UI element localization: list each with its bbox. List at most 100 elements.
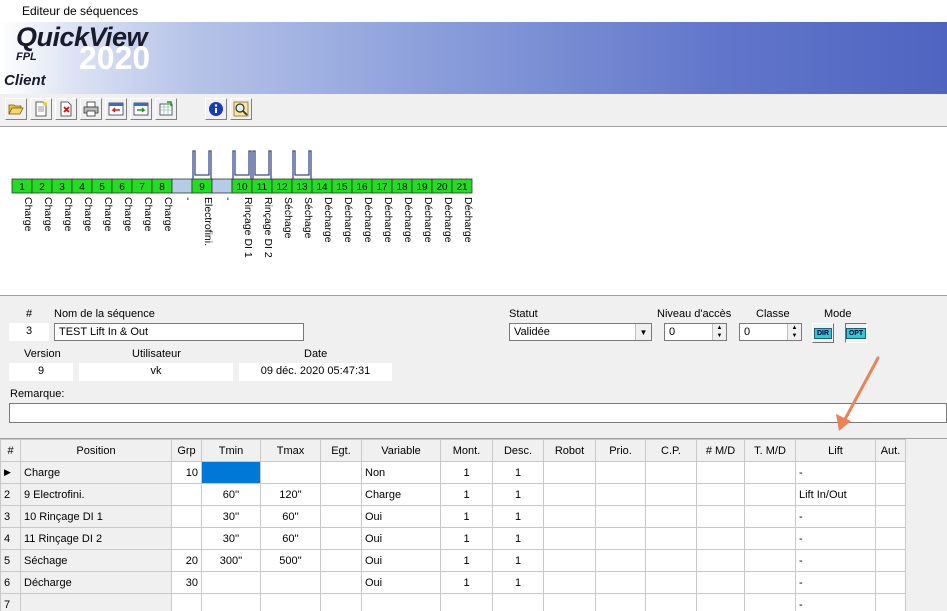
column-header-13[interactable]: T. M/D — [744, 439, 796, 462]
cell-tmd[interactable] — [744, 527, 796, 550]
cell-nmd[interactable] — [696, 483, 745, 506]
cell-aut[interactable] — [875, 593, 906, 611]
table-row[interactable]: 6 Décharge 30 Oui 1 1- — [0, 571, 906, 594]
print-button[interactable] — [80, 98, 102, 120]
delete-document-button[interactable] — [55, 98, 77, 120]
cell-mont[interactable]: 1 — [440, 549, 493, 572]
spinner-arrows-icon[interactable]: ▲ ▼ — [712, 324, 726, 340]
cell-grp[interactable] — [171, 483, 202, 506]
station-empty-box[interactable] — [211, 178, 233, 194]
cell-tmax[interactable] — [260, 461, 321, 484]
cell-mont[interactable]: 1 — [440, 461, 493, 484]
search-button[interactable] — [230, 98, 252, 120]
cell-tmax[interactable] — [260, 593, 321, 611]
cell-egt[interactable] — [320, 527, 362, 550]
column-header-2[interactable]: Grp — [171, 439, 202, 462]
cell-prio[interactable] — [595, 571, 646, 594]
cell-tmax[interactable]: 60'' — [260, 527, 321, 550]
column-header-9[interactable]: Robot — [543, 439, 596, 462]
cell-tmin[interactable]: 60'' — [201, 483, 261, 506]
cell-egt[interactable] — [320, 483, 362, 506]
cell-mont[interactable]: 1 — [440, 527, 493, 550]
cell-prio[interactable] — [595, 461, 646, 484]
cell-tmd[interactable] — [744, 483, 796, 506]
cell-variable[interactable]: Oui — [361, 549, 441, 572]
column-header-6[interactable]: Variable — [361, 439, 441, 462]
cell-nmd[interactable] — [696, 461, 745, 484]
cell-prio[interactable] — [595, 527, 646, 550]
station-empty-box[interactable] — [171, 178, 193, 194]
mode-opt-button[interactable]: OPT — [845, 323, 867, 343]
table-row[interactable]: 3 10 Rinçage DI 1 30'' 60'' Oui 1 1- — [0, 505, 906, 528]
cell-grp[interactable] — [171, 527, 202, 550]
cell-cp[interactable] — [645, 461, 697, 484]
cell-mont[interactable] — [440, 593, 493, 611]
cell-grp[interactable]: 20 — [171, 549, 202, 572]
sequence-name-input[interactable]: TEST Lift In & Out — [54, 323, 304, 341]
cell-aut[interactable] — [875, 505, 906, 528]
cell-mont[interactable]: 1 — [440, 571, 493, 594]
cell-robot[interactable] — [543, 505, 596, 528]
cell-mont[interactable]: 1 — [440, 483, 493, 506]
cell-aut[interactable] — [875, 461, 906, 484]
cell-egt[interactable] — [320, 505, 362, 528]
cell-lift[interactable]: Lift In/Out — [795, 483, 876, 506]
export-button[interactable] — [130, 98, 152, 120]
cell-aut[interactable] — [875, 571, 906, 594]
cell-tmax[interactable] — [260, 571, 321, 594]
column-header-10[interactable]: Prio. — [595, 439, 646, 462]
cell-cp[interactable] — [645, 593, 697, 611]
column-header-12[interactable]: # M/D — [696, 439, 745, 462]
column-header-4[interactable]: Tmax — [260, 439, 321, 462]
cell-tmax[interactable]: 120'' — [260, 483, 321, 506]
cell-tmd[interactable] — [744, 505, 796, 528]
cell-tmd[interactable] — [744, 461, 796, 484]
cell-lift[interactable]: - — [795, 549, 876, 572]
cell-lift[interactable]: - — [795, 571, 876, 594]
cell-variable[interactable]: Oui — [361, 505, 441, 528]
table-row[interactable]: 7- — [0, 593, 906, 611]
spinner-arrows-icon[interactable]: ▲ ▼ — [787, 324, 801, 340]
cell-desc[interactable]: 1 — [492, 461, 544, 484]
cell-tmin[interactable]: 30'' — [201, 527, 261, 550]
table-row[interactable]: ▶ Charge 10 Non 1 1- — [0, 461, 906, 484]
cell-tmax[interactable]: 60'' — [260, 505, 321, 528]
table-row[interactable]: 4 11 Rinçage DI 2 30'' 60'' Oui 1 1- — [0, 527, 906, 550]
remarque-input[interactable] — [9, 403, 947, 423]
cell-desc[interactable]: 1 — [492, 527, 544, 550]
cell-lift[interactable]: - — [795, 527, 876, 550]
column-header-8[interactable]: Desc. — [492, 439, 544, 462]
cell-robot[interactable] — [543, 549, 596, 572]
cell-grp[interactable]: 10 — [171, 461, 202, 484]
cell-cp[interactable] — [645, 549, 697, 572]
cell-desc[interactable]: 1 — [492, 549, 544, 572]
cell-cp[interactable] — [645, 505, 697, 528]
cell-robot[interactable] — [543, 461, 596, 484]
table-row[interactable]: 5 Séchage 20 300'' 500'' Oui 1 1- — [0, 549, 906, 572]
cell-grp[interactable] — [171, 505, 202, 528]
chevron-down-icon[interactable]: ▼ — [635, 324, 651, 340]
cell-desc[interactable]: 1 — [492, 571, 544, 594]
cell-desc[interactable]: 1 — [492, 505, 544, 528]
cell-variable[interactable]: Oui — [361, 527, 441, 550]
column-header-5[interactable]: Egt. — [320, 439, 362, 462]
cell-cp[interactable] — [645, 527, 697, 550]
cell-tmin[interactable] — [201, 593, 261, 611]
cell-aut[interactable] — [875, 549, 906, 572]
cell-mont[interactable]: 1 — [440, 505, 493, 528]
cell-nmd[interactable] — [696, 505, 745, 528]
cell-grp[interactable]: 30 — [171, 571, 202, 594]
cell-tmin[interactable]: 300'' — [201, 549, 261, 572]
cell-variable[interactable]: Oui — [361, 571, 441, 594]
cell-nmd[interactable] — [696, 549, 745, 572]
mode-dir-button[interactable]: DIR — [812, 323, 834, 343]
column-header-11[interactable]: C.P. — [645, 439, 697, 462]
statut-select[interactable]: Validée ▼ — [509, 323, 652, 341]
classe-spinner[interactable]: 0 ▲ ▼ — [739, 323, 802, 341]
open-folder-button[interactable] — [5, 98, 27, 120]
cell-egt[interactable] — [320, 549, 362, 572]
cell-nmd[interactable] — [696, 571, 745, 594]
info-button[interactable] — [205, 98, 227, 120]
import-button[interactable] — [105, 98, 127, 120]
new-document-button[interactable] — [30, 98, 52, 120]
